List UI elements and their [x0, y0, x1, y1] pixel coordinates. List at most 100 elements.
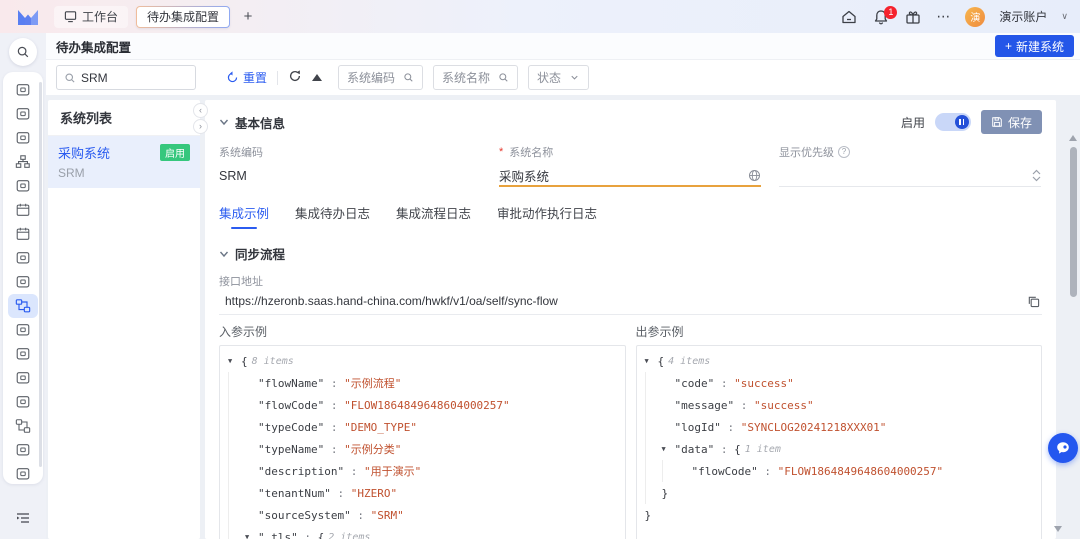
sync-flow-section-header[interactable]: 同步流程	[219, 244, 1042, 263]
priority-input[interactable]	[779, 165, 1041, 187]
filter-field-search[interactable]: 系统名称	[433, 65, 518, 90]
json-key: "sourceSystem"	[258, 509, 351, 522]
account-name[interactable]: 演示账户	[999, 8, 1047, 25]
chat-assistant-button[interactable]	[1048, 433, 1078, 463]
add-tab-button[interactable]: +	[238, 7, 258, 27]
sidebar-item-calendar-icon[interactable]	[8, 222, 38, 246]
top-bar: 工作台 待办集成配置 + 1 ⋯ 演 演示账户 ∨	[0, 0, 1080, 33]
system-search-box	[56, 65, 196, 90]
json-line: "message" : "success"	[645, 394, 1034, 416]
api-url-value: https://hzeronb.saas.hand-china.com/hwkf…	[225, 294, 558, 308]
scrollbar-thumb[interactable]	[1070, 147, 1077, 297]
json-line: "flowName" : "示例流程"	[228, 372, 617, 394]
detail-tab[interactable]: 集成待办日志	[295, 203, 370, 229]
system-list-item[interactable]: 采购系统启用SRM	[48, 136, 200, 188]
request-json-viewer[interactable]: ▼{8 items"flowName" : "示例流程""flowCode" :…	[219, 345, 626, 539]
save-button[interactable]: 保存	[981, 110, 1042, 134]
refresh-icon[interactable]	[288, 69, 302, 86]
panel-expand-right-icon[interactable]: ›	[193, 119, 208, 134]
enable-toggle[interactable]	[935, 113, 971, 131]
scroll-up-arrow[interactable]	[1069, 135, 1077, 141]
json-key: "typeName"	[258, 443, 324, 456]
json-key: "flowCode"	[258, 399, 324, 412]
sidebar-item-workflow-icon[interactable]	[8, 294, 38, 318]
sidebar-item-pipeline-icon[interactable]	[8, 414, 38, 438]
new-system-button[interactable]: + 新建系统	[995, 35, 1074, 57]
sidebar-item-dashboard-icon[interactable]	[8, 78, 38, 102]
menu-collapse-icon[interactable]	[15, 510, 31, 529]
sidebar-item-org-chart-icon[interactable]	[8, 150, 38, 174]
search-input[interactable]	[81, 71, 188, 85]
sidebar-item-app-config-icon[interactable]	[8, 462, 38, 484]
help-icon[interactable]: ?	[838, 146, 850, 158]
sidebar-item-card-config-icon[interactable]	[8, 438, 38, 462]
sidebar-item-import-icon[interactable]	[8, 390, 38, 414]
filter-field-search[interactable]: 系统编码	[338, 65, 423, 90]
json-item-count: 4 items	[668, 356, 710, 367]
gift-icon[interactable]	[904, 8, 922, 26]
filter-field-select[interactable]: 状态	[528, 65, 589, 90]
collapse-arrow-icon[interactable]: ▼	[245, 533, 258, 539]
sidebar-item-mail-gear-icon[interactable]	[8, 246, 38, 270]
panel-collapse-left-icon[interactable]: ‹	[193, 103, 208, 118]
notification-bell-icon[interactable]: 1	[872, 8, 890, 26]
status-badge: 启用	[160, 144, 190, 161]
sidebar-item-form-icon[interactable]	[8, 342, 38, 366]
tab-workbench[interactable]: 工作台	[54, 6, 128, 28]
json-key: "code"	[675, 377, 715, 390]
more-menu-icon[interactable]: ⋯	[936, 8, 951, 25]
request-example-block: 入参示例 ▼{8 items"flowName" : "示例流程""flowCo…	[219, 323, 626, 539]
sidebar-item-cards-icon[interactable]	[8, 102, 38, 126]
system-name: 采购系统	[58, 143, 110, 162]
collapse-filters-icon[interactable]	[312, 74, 322, 81]
sidebar-item-window-icon[interactable]	[8, 126, 38, 150]
detail-tab[interactable]: 审批动作执行日志	[497, 203, 597, 229]
json-value: "success"	[754, 399, 814, 412]
json-item-count: 1 item	[745, 444, 781, 455]
sidebar-item-folder-doc-icon[interactable]	[8, 318, 38, 342]
json-line: "logId" : "SYNCLOG20241218XXX01"	[645, 416, 1034, 438]
system-name-input[interactable]: 采购系统	[499, 165, 761, 187]
json-line: ▼{4 items	[645, 350, 1034, 372]
home-icon[interactable]	[840, 8, 858, 26]
enable-label: 启用	[901, 114, 925, 131]
sidebar-item-chart-doc-icon[interactable]	[8, 198, 38, 222]
rail-menu-container	[3, 72, 43, 484]
json-key: "logId"	[675, 421, 721, 434]
json-item-count: 8 items	[252, 356, 294, 367]
scroll-down-arrow[interactable]	[1054, 526, 1062, 532]
avatar[interactable]: 演	[965, 7, 985, 27]
reset-button[interactable]: 重置	[226, 69, 267, 86]
collapse-arrow-icon[interactable]: ▼	[228, 357, 241, 365]
plus-icon: +	[1005, 39, 1012, 53]
rail-search-button[interactable]	[9, 38, 37, 66]
filter-field-label: 状态	[537, 69, 561, 86]
number-stepper[interactable]	[1032, 169, 1041, 182]
json-line: }	[645, 482, 1034, 504]
basic-info-section-header[interactable]: 基本信息	[219, 113, 285, 132]
filter-bar: 重置 系统编码 系统名称 状态	[46, 60, 1080, 95]
json-line: "typeCode" : "DEMO_TYPE"	[228, 416, 617, 438]
account-chevron-down-icon[interactable]: ∨	[1061, 11, 1068, 22]
search-icon	[64, 72, 76, 84]
globe-i18n-icon[interactable]	[748, 169, 761, 182]
stepper-up-icon	[1032, 169, 1041, 175]
content-area: 系统列表 ‹ › 采购系统启用SRM 基本信息	[46, 95, 1080, 539]
filter-field-label: 系统编码	[347, 69, 395, 86]
detail-tab[interactable]: 集成流程日志	[396, 203, 471, 229]
collapse-arrow-icon[interactable]: ▼	[662, 445, 675, 453]
json-line: "flowCode" : "FLOW1864849648604000257"	[228, 394, 617, 416]
response-json-viewer[interactable]: ▼{4 items"code" : "success""message" : "…	[636, 345, 1043, 539]
detail-tab[interactable]: 集成示例	[219, 203, 269, 229]
json-item-count: 2 items	[328, 532, 370, 539]
page-scrollbar[interactable]	[1069, 135, 1077, 539]
sidebar-item-image-doc-icon[interactable]	[8, 366, 38, 390]
json-key: "_tls"	[258, 531, 298, 539]
copy-icon[interactable]	[1027, 295, 1040, 308]
json-value: "用于演示"	[364, 463, 421, 479]
collapse-arrow-icon[interactable]: ▼	[645, 357, 658, 365]
sidebar-item-user-gear-icon[interactable]	[8, 174, 38, 198]
sidebar-item-terminal-icon[interactable]	[8, 270, 38, 294]
tab-todo-integration-config[interactable]: 待办集成配置	[136, 6, 230, 28]
rail-scrollbar[interactable]	[39, 82, 42, 467]
